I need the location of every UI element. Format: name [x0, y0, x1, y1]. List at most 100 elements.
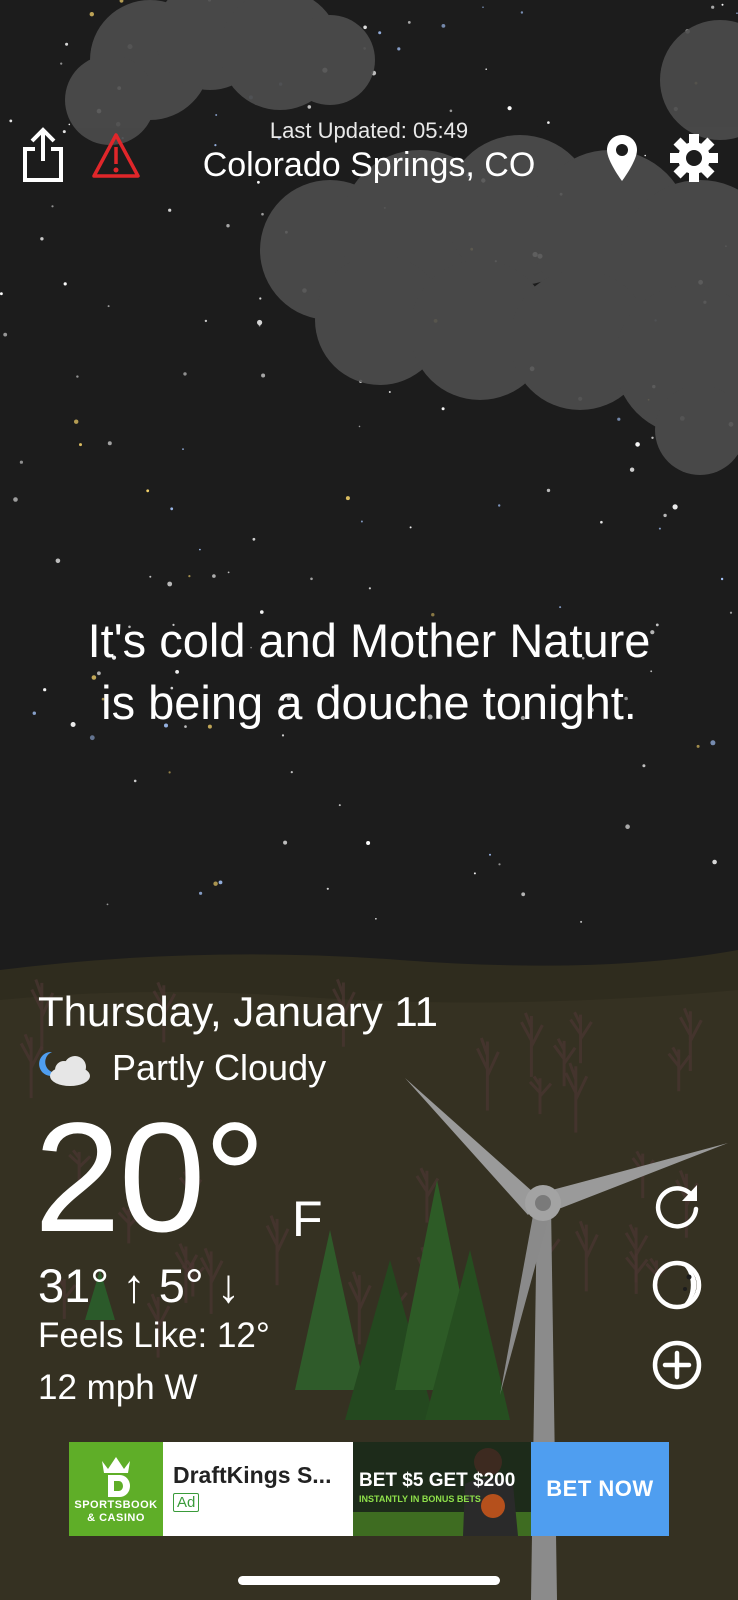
star — [449, 109, 453, 113]
star — [520, 11, 524, 14]
star — [107, 441, 112, 446]
star — [199, 548, 201, 551]
star — [489, 853, 491, 856]
star — [651, 436, 654, 439]
ad-image: BET $5 GET $200 INSTANTLY IN BONUS BETS — [353, 1442, 531, 1536]
star — [482, 6, 484, 8]
star — [580, 920, 583, 923]
star — [358, 425, 361, 428]
star — [259, 297, 262, 300]
star — [215, 114, 218, 116]
star — [89, 735, 95, 741]
star — [507, 106, 512, 111]
moon-phase-button[interactable] — [650, 1258, 704, 1312]
star — [345, 496, 350, 501]
feels-like: Feels Like: 12° — [38, 1316, 270, 1355]
star — [218, 880, 223, 885]
star — [617, 417, 621, 421]
star — [76, 375, 79, 378]
star — [521, 892, 526, 897]
ad-logo-line-1: SPORTSBOOK — [74, 1499, 158, 1511]
star — [307, 105, 312, 109]
wind-speed: 12 mph W — [38, 1368, 198, 1407]
star — [559, 606, 562, 609]
star — [183, 372, 187, 376]
ad-tag: Ad — [173, 1493, 200, 1512]
star — [310, 577, 313, 581]
star — [635, 442, 640, 447]
star — [729, 611, 733, 614]
star — [257, 319, 263, 326]
message-line-2: is being a douche tonight. — [101, 676, 637, 729]
star — [378, 31, 382, 35]
star — [182, 448, 184, 450]
star — [213, 881, 218, 886]
star — [60, 62, 63, 65]
temperature-unit[interactable]: F — [292, 1190, 323, 1248]
star — [133, 779, 137, 783]
settings-button[interactable] — [668, 132, 720, 184]
gear-icon — [670, 134, 718, 182]
star — [409, 526, 412, 529]
ad-headline: BET $5 GET $200 — [359, 1470, 516, 1491]
ad-banner[interactable]: SPORTSBOOK & CASINO DraftKings S... Ad B… — [69, 1442, 669, 1536]
weather-scene-background — [0, 0, 738, 1600]
location-pin-icon — [607, 135, 637, 181]
add-location-button[interactable] — [650, 1338, 704, 1392]
refresh-button[interactable] — [650, 1178, 704, 1232]
star — [397, 47, 401, 51]
star — [712, 859, 717, 865]
star — [65, 42, 69, 46]
ad-subline: INSTANTLY IN BONUS BETS — [359, 1494, 481, 1504]
star — [663, 513, 667, 518]
star — [79, 443, 82, 447]
star — [658, 527, 661, 530]
star — [375, 918, 377, 920]
forecast-date: Thursday, January 11 — [38, 988, 438, 1035]
star — [212, 574, 216, 578]
star — [168, 208, 172, 212]
star — [711, 5, 715, 9]
star — [188, 575, 191, 578]
star — [642, 764, 646, 768]
star — [106, 903, 109, 906]
bet-now-button[interactable]: BET NOW — [531, 1442, 669, 1536]
condition-label: Partly Cloudy — [112, 1047, 327, 1088]
high-low-temperature: 31° ↑ 5° ↓ — [38, 1259, 241, 1312]
star — [107, 305, 110, 308]
star — [261, 212, 264, 216]
star — [13, 497, 18, 502]
star — [19, 460, 23, 464]
refresh-icon — [655, 1185, 699, 1229]
star — [338, 804, 341, 807]
star — [441, 24, 446, 28]
star — [441, 407, 445, 411]
star — [167, 581, 173, 587]
star — [366, 841, 371, 845]
star — [261, 373, 266, 378]
ad-logo: SPORTSBOOK & CASINO — [69, 1442, 163, 1536]
home-indicator[interactable] — [238, 1576, 500, 1585]
star — [281, 734, 285, 737]
star — [0, 292, 3, 296]
current-temperature: 20° — [34, 1091, 266, 1265]
star — [485, 68, 488, 70]
ad-title: DraftKings S... — [173, 1462, 332, 1488]
location-button[interactable] — [604, 132, 640, 184]
condition-row: Partly Cloudy — [38, 1046, 326, 1090]
star — [74, 419, 79, 424]
star — [168, 771, 171, 774]
star — [498, 863, 501, 866]
star — [388, 391, 391, 393]
star — [546, 488, 551, 493]
star — [625, 824, 630, 829]
star — [40, 237, 44, 241]
star — [51, 205, 54, 208]
draftkings-crown-icon — [102, 1457, 130, 1497]
star — [149, 575, 152, 578]
star — [252, 537, 256, 541]
star — [363, 25, 367, 30]
star — [360, 520, 363, 523]
star — [600, 520, 603, 524]
star — [204, 319, 208, 323]
